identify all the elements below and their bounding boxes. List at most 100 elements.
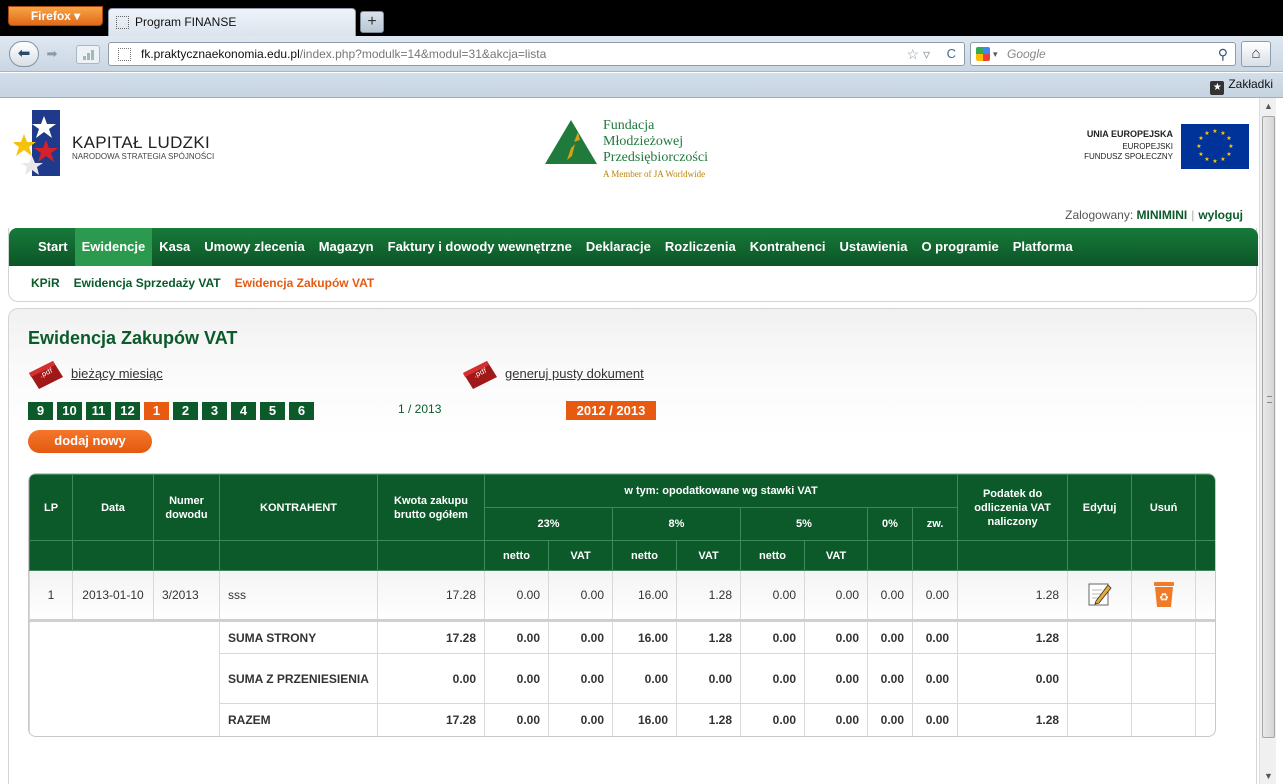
scrollbar-thumb[interactable] (1262, 116, 1275, 738)
subhead-vat: VAT (804, 540, 868, 571)
year-selector[interactable]: 2012 / 2013 (566, 401, 656, 420)
menu-item[interactable]: Ewidencje (74, 228, 153, 266)
cell-netto-8: 16.00 (612, 570, 677, 621)
month-button[interactable]: 1 (144, 402, 169, 420)
kapital-ludzki-title: KAPITAŁ LUDZKI (72, 133, 211, 152)
user-status: Zalogowany: MINIMINI | wyloguj (1065, 208, 1243, 222)
svg-text:★: ★ (1220, 156, 1225, 163)
svg-text:★: ★ (1204, 156, 1209, 163)
summary-label: SUMA Z PRZENIESIENIA (219, 653, 378, 704)
firefox-menu-button[interactable]: Firefox ▾ (8, 6, 103, 26)
search-input[interactable]: ▾ Google ⚲ (970, 42, 1236, 66)
pdf-current-month-link[interactable]: bieżący miesiąc (71, 366, 163, 381)
month-button[interactable]: 9 (28, 402, 53, 420)
submenu-item[interactable]: Ewidencja Sprzedaży VAT (74, 276, 221, 290)
add-new-button[interactable]: dodaj nowy (28, 430, 152, 453)
summary-cell-podatek: 1.28 (957, 703, 1069, 736)
summary-cell-v5: 0.00 (804, 619, 868, 654)
summary-cell-n5: 0.00 (740, 653, 805, 704)
month-button[interactable]: 4 (231, 402, 256, 420)
summary-cell-kwota: 17.28 (377, 619, 485, 654)
search-engine-dropdown-icon[interactable]: ▾ (993, 43, 998, 65)
bookmarks-button[interactable]: ★ Zakładki (1210, 77, 1273, 95)
kapital-ludzki-logo (14, 110, 60, 176)
cell-netto-5: 0.00 (740, 570, 805, 621)
summary-cell-spacer (1195, 703, 1215, 736)
browser-tab[interactable]: Program FINANSE (108, 8, 356, 36)
pdf-empty-document-link[interactable]: generuj pusty dokument (505, 366, 644, 381)
new-tab-button[interactable]: + (360, 11, 384, 33)
menu-item[interactable]: Rozliczenia (658, 228, 743, 266)
summary-cell-edit (1067, 703, 1133, 736)
submenu-item[interactable]: KPiR (31, 276, 60, 290)
submenu-item[interactable]: Ewidencja Zakupów VAT (235, 276, 375, 290)
content-panel: Ewidencja Zakupów VAT .pdf bieżący miesi… (8, 308, 1257, 784)
summary-cell-v5: 0.00 (804, 653, 868, 704)
menu-item[interactable]: Start (31, 228, 75, 266)
signal-bars-icon[interactable] (76, 45, 100, 64)
pdf-icon[interactable]: .pdf (27, 359, 65, 389)
summary-cell-n23: 0.00 (484, 653, 549, 704)
home-icon[interactable]: ⌂ (1241, 41, 1271, 67)
cell-vat-8: 1.28 (676, 570, 741, 621)
menu-item[interactable]: Platforma (1006, 228, 1080, 266)
forward-arrow-icon[interactable]: ➡ (41, 45, 63, 64)
cell-netto-23: 0.00 (484, 570, 549, 621)
svg-text:★: ★ (1212, 128, 1217, 135)
cell-vat-23: 0.00 (548, 570, 613, 621)
scroll-down-icon[interactable]: ▼ (1260, 768, 1277, 784)
cell-rate-0: 0.00 (867, 570, 913, 621)
col-kontrahent: KONTRAHENT (219, 474, 378, 541)
month-button[interactable]: 2 (173, 402, 198, 420)
vertical-scrollbar[interactable]: ▲ ▼ (1259, 98, 1276, 784)
month-selector: 9 10 11 12 1 2 3 4 5 6 (28, 402, 318, 420)
logout-link[interactable]: wyloguj (1198, 208, 1243, 222)
site-identity-icon[interactable] (118, 48, 131, 61)
url-host: fk.praktycznaekonomia.edu.pl (141, 47, 300, 61)
month-button[interactable]: 10 (57, 402, 82, 420)
table-row: 1 2013-01-10 3/2013 sss 17.28 0.00 0.00 … (29, 570, 1215, 621)
google-icon[interactable] (976, 47, 990, 61)
month-button[interactable]: 12 (115, 402, 140, 420)
bookmarks-icon: ★ (1210, 81, 1225, 95)
menu-item[interactable]: Kontrahenci (743, 228, 833, 266)
summary-cell-v8: 1.28 (676, 703, 741, 736)
page-icon (116, 16, 129, 29)
summary-cell-n8: 16.00 (612, 619, 677, 654)
menu-item[interactable]: Faktury i dowody wewnętrzne (381, 228, 579, 266)
summary-label: SUMA STRONY (219, 619, 378, 654)
edit-pencil-icon[interactable] (1088, 581, 1112, 607)
fundacja-logo (545, 120, 597, 164)
month-button[interactable]: 3 (202, 402, 227, 420)
url-bar[interactable]: fk.praktycznaekonomia.edu.pl/index.php?m… (108, 42, 965, 66)
bookmark-star-icon[interactable]: ☆ ▿ (907, 43, 930, 65)
reload-icon[interactable]: C (947, 43, 956, 65)
menu-item[interactable]: Kasa (152, 228, 197, 266)
summary-cell-edit (1067, 619, 1133, 654)
menu-item[interactable]: O programie (914, 228, 1005, 266)
summary-cell-n8: 16.00 (612, 703, 677, 736)
menu-item[interactable]: Umowy zlecenia (197, 228, 311, 266)
summary-cell-r0: 0.00 (867, 703, 913, 736)
username: MINIMINI (1136, 208, 1188, 222)
month-button[interactable]: 5 (260, 402, 285, 420)
month-button[interactable]: 11 (86, 402, 111, 420)
search-icon[interactable]: ⚲ (1218, 43, 1228, 65)
menu-item[interactable]: Magazyn (312, 228, 381, 266)
summary-cell-v23: 0.00 (548, 653, 613, 704)
tab-title: Program FINANSE (135, 15, 237, 29)
cell-spacer (1195, 570, 1215, 621)
menu-item[interactable]: Deklaracje (579, 228, 658, 266)
fundacja-line-2: Młodzieżowej (603, 134, 684, 149)
month-button[interactable]: 6 (289, 402, 314, 420)
scroll-up-icon[interactable]: ▲ (1260, 98, 1277, 114)
back-arrow-icon[interactable]: ⬅ (9, 41, 39, 67)
cell-rate-zw: 0.00 (911, 570, 959, 621)
recycle-bin-icon[interactable]: ♻ (1152, 580, 1176, 608)
menu-item[interactable]: Ustawienia (833, 228, 915, 266)
page-title: Ewidencja Zakupów VAT (28, 328, 238, 348)
summary-cell-spacer (1195, 619, 1215, 654)
svg-text:★: ★ (1212, 158, 1217, 165)
ue-title: UNIA EUROPEJSKA (1086, 129, 1173, 139)
pdf-icon[interactable]: .pdf (461, 359, 499, 389)
